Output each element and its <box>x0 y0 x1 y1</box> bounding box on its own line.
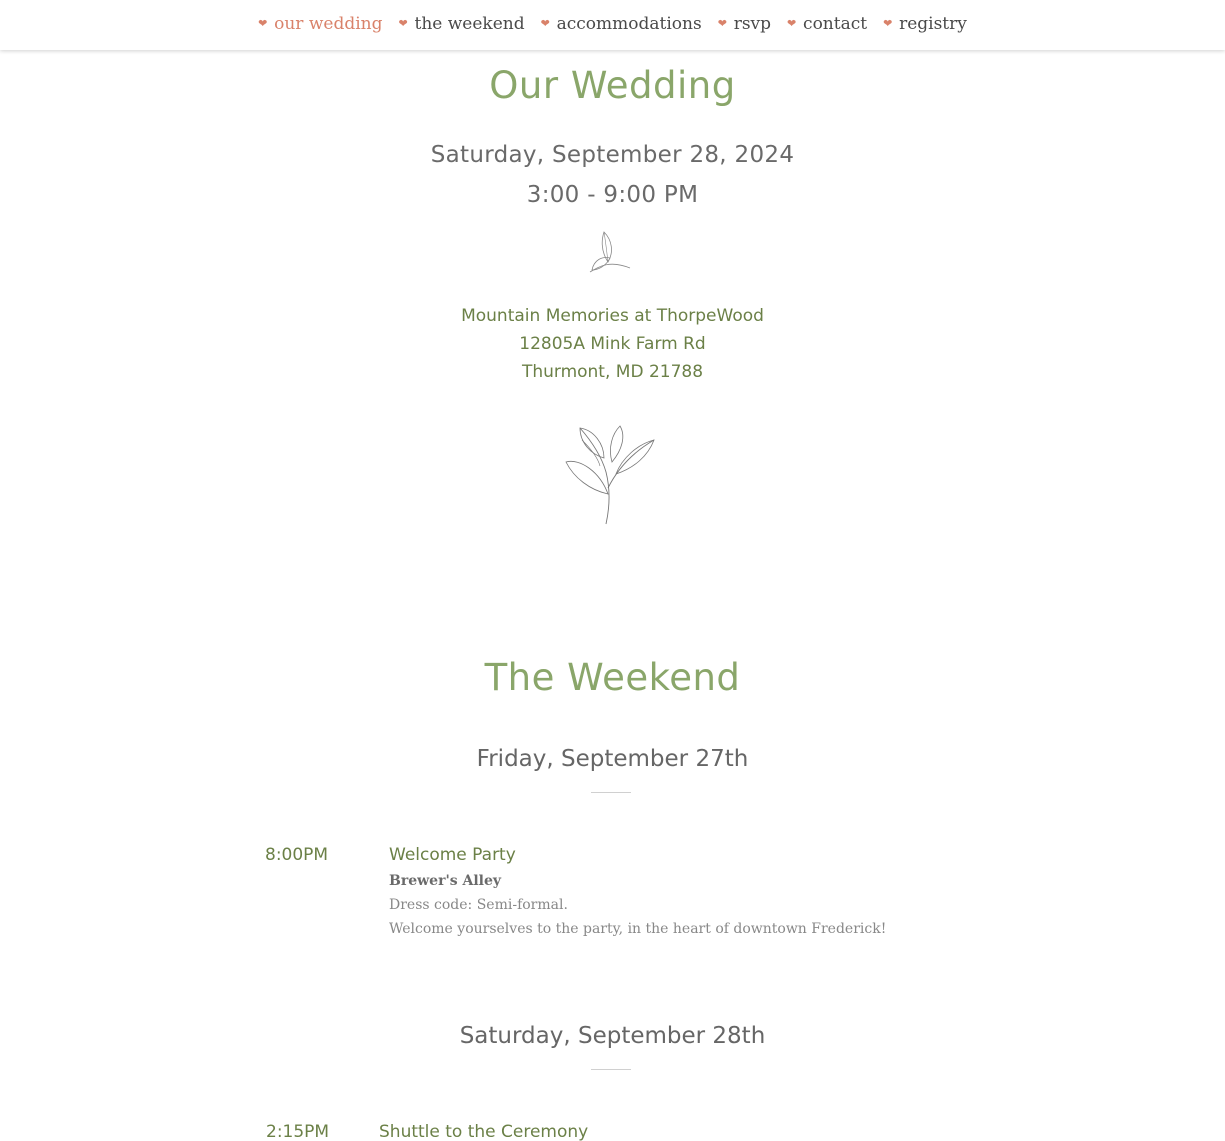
wedding-time: 3:00 - 9:00 PM <box>526 182 699 208</box>
nav-item-accommodations[interactable]: ❤ accommodations <box>541 14 702 36</box>
divider <box>591 792 631 793</box>
weekend-title: The Weekend <box>484 656 741 699</box>
heart-icon: ❤ <box>717 17 727 30</box>
heart-icon: ❤ <box>883 17 893 30</box>
event-place: Brewer's Alley <box>389 873 502 889</box>
nav-item-registry[interactable]: ❤ registry <box>883 14 967 36</box>
nav-item-contact[interactable]: ❤ contact <box>787 14 867 36</box>
event-name: Shuttle to the Ceremony <box>379 1122 589 1141</box>
venue-name: Mountain Memories at ThorpeWood <box>461 306 764 326</box>
nav-item-label: our wedding <box>274 14 383 34</box>
event-time: 8:00PM <box>265 845 329 865</box>
wedding-title: Our Wedding <box>489 64 736 107</box>
heart-icon: ❤ <box>398 17 408 30</box>
nav-item-label: registry <box>899 14 967 34</box>
heart-icon: ❤ <box>787 17 797 30</box>
nav-item-label: rsvp <box>733 14 772 34</box>
top-navigation: ❤ our wedding ❤ the weekend ❤ accommodat… <box>0 0 1225 50</box>
nav-item-the-weekend[interactable]: ❤ the weekend <box>398 14 524 36</box>
heart-icon: ❤ <box>540 17 550 30</box>
nav-item-our-wedding[interactable]: ❤ our wedding <box>258 14 382 36</box>
nav-item-label: accommodations <box>556 14 702 34</box>
nav-item-label: contact <box>803 14 868 34</box>
leaf-branch-icon <box>565 425 655 525</box>
nav-item-rsvp[interactable]: ❤ rsvp <box>718 14 771 36</box>
venue-street: 12805A Mink Farm Rd <box>519 334 706 354</box>
nav-item-label: the weekend <box>414 14 525 34</box>
event-time: 2:15PM <box>266 1122 330 1141</box>
venue-city: Thurmont, MD 21788 <box>521 362 704 382</box>
divider <box>591 1069 631 1070</box>
small-leaf-icon <box>589 231 631 273</box>
day-title-saturday: Saturday, September 28th <box>459 1023 766 1049</box>
event-name: Welcome Party <box>389 845 516 865</box>
event-note: Welcome yourselves to the party, in the … <box>389 921 887 937</box>
event-dress-code: Dress code: Semi-formal. <box>389 897 568 913</box>
heart-icon: ❤ <box>258 17 268 30</box>
wedding-date: Saturday, September 28, 2024 <box>430 142 795 168</box>
day-title-friday: Friday, September 27th <box>476 746 749 772</box>
